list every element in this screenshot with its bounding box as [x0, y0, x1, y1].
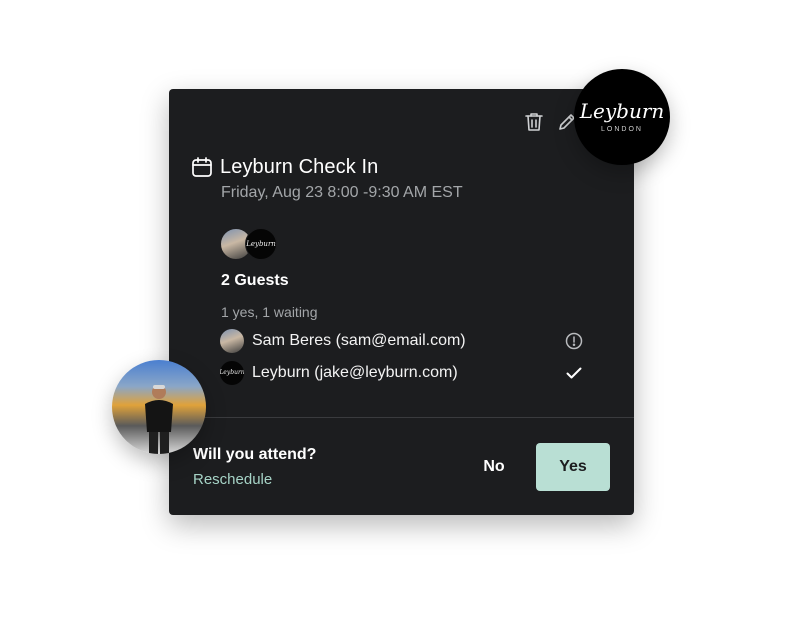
alert-circle-icon — [564, 331, 584, 351]
user-avatar-photo — [112, 360, 206, 454]
reschedule-link[interactable]: Reschedule — [193, 471, 272, 488]
no-button[interactable]: No — [469, 444, 519, 490]
event-title: Leyburn Check In — [220, 156, 379, 178]
trash-icon[interactable] — [523, 111, 545, 133]
yes-button[interactable]: Yes — [536, 443, 610, 491]
divider — [169, 417, 634, 418]
guest-name: Sam Beres (sam@email.com) — [252, 332, 466, 349]
guest-avatar-stack: Leyburn — [220, 228, 280, 260]
guest-name: Leyburn (jake@leyburn.com) — [252, 364, 458, 381]
person-figure — [145, 385, 173, 454]
calendar-icon — [191, 156, 213, 178]
brand-location: LONDON — [601, 126, 643, 133]
attend-question: Will you attend? — [193, 446, 317, 463]
avatar: Leyburn — [220, 361, 244, 385]
event-card: Leyburn Check In Friday, Aug 23 8:00 -9:… — [169, 89, 634, 515]
avatar-leyburn: Leyburn — [245, 228, 277, 260]
guests-count: 2 Guests — [221, 272, 289, 289]
avatar — [220, 329, 244, 353]
event-datetime: Friday, Aug 23 8:00 -9:30 AM EST — [221, 184, 463, 201]
guest-row: Sam Beres (sam@email.com) — [220, 329, 584, 355]
rsvp-summary: 1 yes, 1 waiting — [221, 304, 318, 320]
mini-logo-text: Leyburn — [220, 369, 244, 376]
brand-logo-badge: Leyburn LONDON — [574, 69, 670, 165]
check-icon — [564, 363, 584, 383]
mini-logo-text: Leyburn — [246, 239, 276, 248]
brand-name: Leyburn — [579, 99, 665, 123]
guest-row: Leyburn Leyburn (jake@leyburn.com) — [220, 361, 584, 387]
